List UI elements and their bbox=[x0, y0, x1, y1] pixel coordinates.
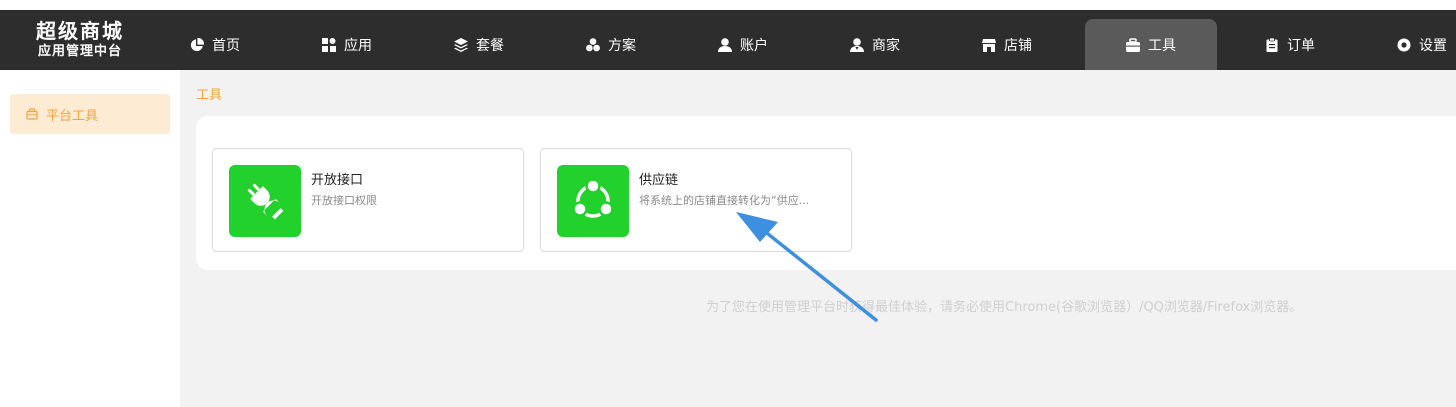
nav-item-tools[interactable]: 工具 bbox=[1085, 19, 1217, 70]
share-network-icon bbox=[557, 165, 629, 237]
nav-item-store[interactable]: 店铺 bbox=[952, 19, 1062, 70]
store-icon bbox=[982, 38, 996, 52]
nav-label: 账户 bbox=[740, 37, 768, 54]
gear-icon bbox=[1397, 38, 1411, 52]
main-nav: 首页 应用 套餐 方案 账户 商家 店铺 工具 订单 设置 bbox=[160, 10, 1456, 70]
tool-card-open-api[interactable]: 开放接口 开放接口权限 bbox=[212, 148, 524, 252]
nav-label: 方案 bbox=[608, 37, 636, 54]
breadcrumb[interactable]: 工具 bbox=[196, 84, 222, 103]
nav-item-merchant[interactable]: 商家 bbox=[820, 19, 930, 70]
logo-subtitle: 应用管理中台 bbox=[37, 44, 122, 59]
sidebar: 平台工具 bbox=[0, 70, 180, 407]
nav-label: 设置 bbox=[1419, 37, 1447, 54]
logo[interactable]: 超级商城 应用管理中台 bbox=[0, 10, 160, 70]
nav-label: 应用 bbox=[344, 37, 372, 54]
nav-item-home[interactable]: 首页 bbox=[160, 19, 270, 70]
nav-label: 商家 bbox=[872, 37, 900, 54]
sidebar-item-label: 平台工具 bbox=[46, 108, 99, 124]
toolbox-icon bbox=[1126, 37, 1140, 52]
nav-label: 订单 bbox=[1287, 37, 1315, 54]
card-description: 开放接口权限 bbox=[311, 194, 377, 207]
main-content: 工具 开放接口 开放接口权限 供应链 将系统上的店铺直接转化为“供应... 为了… bbox=[180, 70, 1456, 407]
tool-card-supply-chain[interactable]: 供应链 将系统上的店铺直接转化为“供应... bbox=[540, 148, 852, 252]
card-title: 供应链 bbox=[639, 173, 679, 188]
nav-item-orders[interactable]: 订单 bbox=[1235, 19, 1345, 70]
nav-label: 工具 bbox=[1148, 37, 1176, 54]
plug-icon bbox=[229, 165, 301, 237]
tools-panel: 开放接口 开放接口权限 供应链 将系统上的店铺直接转化为“供应... bbox=[196, 116, 1456, 270]
apps-grid-icon bbox=[322, 37, 336, 52]
sidebar-item-platform-tools[interactable]: 平台工具 bbox=[10, 94, 170, 134]
toolbox-icon bbox=[26, 108, 38, 120]
card-title: 开放接口 bbox=[311, 173, 364, 188]
top-navbar: 超级商城 应用管理中台 首页 应用 套餐 方案 账户 商家 店铺 工具 订单 设… bbox=[0, 10, 1456, 70]
logo-title: 超级商城 bbox=[36, 19, 124, 43]
nav-item-account[interactable]: 账户 bbox=[688, 19, 798, 70]
cluster-icon bbox=[586, 37, 600, 52]
card-description: 将系统上的店铺直接转化为“供应... bbox=[639, 194, 810, 207]
merchant-user-icon bbox=[850, 37, 864, 52]
nav-item-package[interactable]: 套餐 bbox=[424, 19, 534, 70]
nav-item-apps[interactable]: 应用 bbox=[292, 19, 402, 70]
nav-label: 店铺 bbox=[1004, 37, 1032, 54]
user-icon bbox=[718, 37, 732, 52]
nav-label: 首页 bbox=[212, 37, 240, 54]
pie-chart-icon bbox=[190, 37, 204, 52]
nav-label: 套餐 bbox=[476, 37, 504, 54]
clipboard-icon bbox=[1265, 37, 1279, 52]
nav-item-solution[interactable]: 方案 bbox=[556, 19, 666, 70]
nav-item-settings[interactable]: 设置 bbox=[1367, 19, 1456, 70]
browser-notice: 为了您在使用管理平台时获得最佳体验，请务必使用Chrome(谷歌浏览器）/QQ浏… bbox=[706, 300, 1303, 315]
layers-icon bbox=[454, 37, 468, 52]
